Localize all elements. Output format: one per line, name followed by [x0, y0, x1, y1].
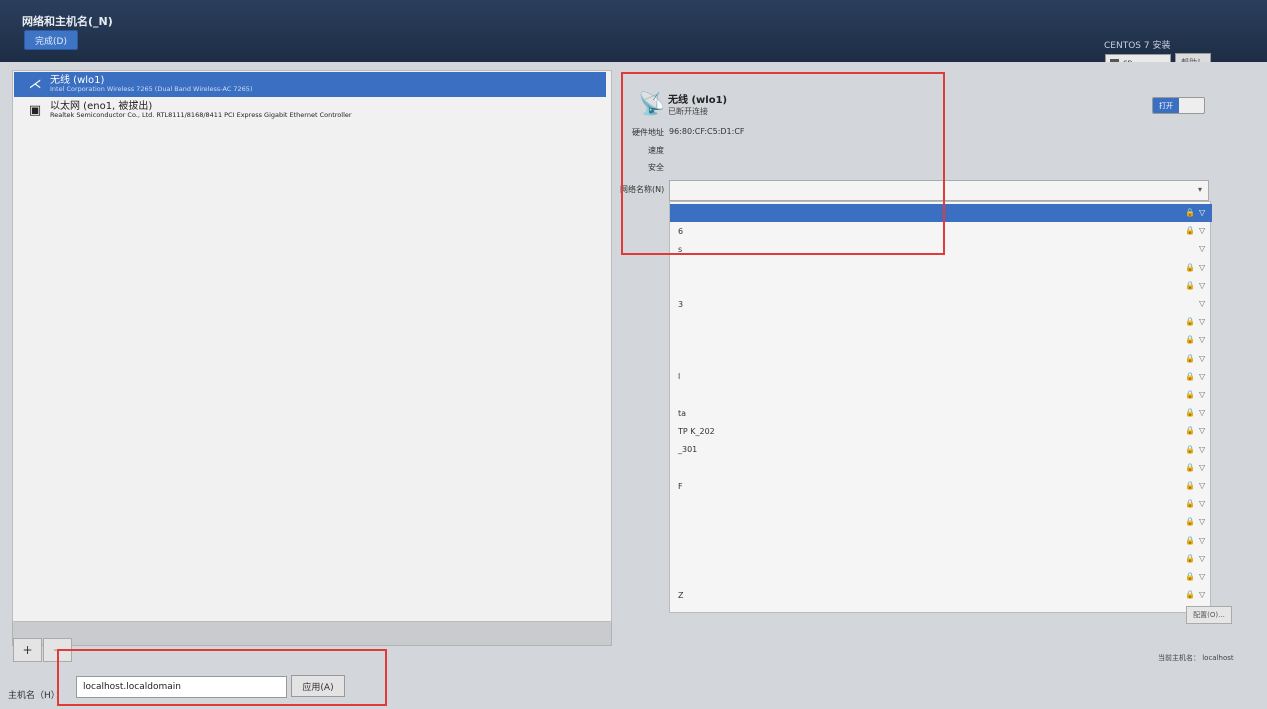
configure-button[interactable]: 配置(O)...	[1186, 606, 1232, 624]
wifi-signal-icon: ▽	[1199, 426, 1206, 436]
network-row[interactable]: 🔒 ▽	[670, 550, 1212, 568]
lock-icon: 🔒	[1185, 426, 1195, 436]
network-row[interactable]: TP K_202 🔒 ▽	[670, 422, 1212, 440]
wifi-signal-icon: ▽	[1199, 335, 1206, 345]
lock-icon: 🔒	[1185, 517, 1195, 527]
device-list	[12, 70, 612, 622]
network-row[interactable]: 🔒 ▽	[670, 350, 1212, 368]
network-row[interactable]: F 🔒 ▽	[670, 477, 1212, 495]
lock-icon: 🔒	[1185, 226, 1195, 236]
network-ssid: _301	[678, 445, 698, 455]
network-row[interactable]: 🔒 ▽	[670, 495, 1212, 513]
installer-header	[0, 0, 1267, 62]
wifi-signal-icon: ▽	[1199, 590, 1206, 600]
wifi-signal-icon: ▽	[1199, 262, 1206, 272]
wifi-signal-icon: ▽	[1199, 444, 1206, 454]
network-row[interactable]: 🔒 ▽	[670, 259, 1212, 277]
annotation-box	[57, 649, 387, 706]
network-row[interactable]: 🔒 ▽	[670, 331, 1212, 349]
lock-icon: 🔒	[1185, 481, 1195, 490]
wifi-signal-icon: ▽	[1199, 535, 1206, 545]
network-ssid: ta	[678, 408, 687, 418]
network-row[interactable]: 🔒 ▽	[670, 513, 1212, 531]
lock-icon: 🔒	[1185, 572, 1195, 581]
lock-icon: 🔒	[1185, 335, 1195, 345]
device-list-toolbar	[12, 622, 612, 646]
lock-icon: 🔒	[1185, 208, 1195, 217]
os-title: CENTOS 7 安装	[1104, 41, 1171, 51]
network-row[interactable]: l 🔒 ▽	[670, 368, 1212, 386]
wifi-signal-icon: ▽	[1199, 280, 1206, 290]
current-hostname-label: 当前主机名：	[1158, 654, 1200, 662]
lock-icon: 🔒	[1185, 535, 1195, 545]
network-row[interactable]: 🔒 ▽	[670, 313, 1212, 331]
lock-icon: 🔒	[1185, 444, 1195, 454]
wifi-signal-icon: ▽	[1199, 226, 1206, 236]
lock-icon: 🔒	[1185, 553, 1195, 563]
lock-icon: 🔒	[1185, 462, 1195, 472]
lock-icon: 🔒	[1185, 408, 1195, 418]
network-ssid: TP K_202	[678, 426, 715, 436]
lock-icon: 🔒	[1185, 590, 1195, 600]
network-ssid: l	[678, 372, 681, 382]
lock-icon: 🔒	[1185, 390, 1195, 399]
device-description: Intel Corporation Wireless 7265 (Dual Ba…	[50, 85, 253, 94]
wifi-signal-icon: ▽	[1199, 481, 1206, 490]
device-item-ethernet[interactable]: ▣ 以太网 (eno1, 被拔出) Realtek Semiconductor …	[14, 98, 606, 123]
hostname-label: 主机名（H）：	[8, 691, 65, 701]
network-row[interactable]: 🔒 ▽	[670, 532, 1212, 550]
network-row[interactable]: 🔒 ▽	[670, 459, 1212, 477]
current-hostname: 当前主机名： localhost	[1158, 653, 1234, 663]
ethernet-port-icon: ▣	[28, 103, 42, 118]
chevron-down-icon: ▾	[1197, 185, 1202, 194]
network-row[interactable]: 🔒 ▽	[670, 277, 1212, 295]
lock-icon: 🔒	[1185, 371, 1195, 381]
wifi-signal-icon: ▽	[1199, 244, 1206, 254]
wifi-signal-icon: ▽	[1199, 353, 1206, 363]
current-hostname-value: localhost	[1202, 654, 1234, 662]
lock-icon: 🔒	[1185, 499, 1195, 509]
network-ssid: Z	[678, 590, 684, 600]
add-device-button[interactable]: +	[13, 638, 42, 662]
network-row[interactable]: 3 ▽	[670, 295, 1212, 313]
network-list: 🔒 ▽ 6 🔒 ▽ s ▽ 🔒 ▽ 🔒 ▽ 3 ▽ 🔒 ▽ 🔒 ▽ 🔒 ▽ l 🔒 ▽ 🔒 ▽ ta 🔒 ▽ TP K_202 🔒 ▽ _3…	[669, 201, 1212, 613]
device-description: Realtek Semiconductor Co., Ltd. RTL8111/…	[50, 111, 352, 120]
page-title: 网络和主机名(_N)	[22, 15, 113, 28]
annotation-box	[621, 72, 945, 255]
network-row[interactable]: Z 🔒 ▽	[670, 586, 1212, 604]
wireless-toggle[interactable]: 打开	[1152, 97, 1205, 114]
device-item-wireless[interactable]: ⋌ 无线 (wlo1) Intel Corporation Wireless 7…	[14, 72, 606, 97]
lock-icon: 🔒	[1185, 262, 1195, 272]
wifi-signal-icon: ▽	[1199, 517, 1206, 527]
wifi-signal-icon: ▽	[1199, 462, 1206, 472]
wifi-signal-icon: ▽	[1199, 208, 1206, 217]
toggle-on-label: 打开	[1153, 98, 1179, 113]
wifi-signal-icon: ▽	[1199, 390, 1206, 399]
network-ssid: F	[678, 481, 683, 491]
network-row[interactable]: _301 🔒 ▽	[670, 441, 1212, 459]
wireless-antenna-icon: ⋌	[28, 77, 42, 92]
lock-icon: 🔒	[1185, 317, 1195, 327]
wifi-signal-icon: ▽	[1199, 371, 1206, 381]
lock-icon: 🔒	[1185, 353, 1195, 363]
wifi-signal-icon: ▽	[1199, 408, 1206, 418]
network-row[interactable]: ta 🔒 ▽	[670, 404, 1212, 422]
wifi-signal-icon: ▽	[1199, 572, 1206, 581]
network-row[interactable]: 🔒 ▽	[670, 386, 1212, 404]
lock-icon: 🔒	[1185, 280, 1195, 290]
wifi-signal-icon: ▽	[1199, 553, 1206, 563]
network-ssid: 3	[678, 299, 684, 309]
network-row[interactable]: 🔒 ▽	[670, 568, 1212, 586]
wifi-signal-icon: ▽	[1199, 499, 1206, 509]
wifi-signal-icon: ▽	[1199, 317, 1206, 327]
done-button[interactable]: 完成(D)	[24, 30, 78, 50]
wifi-signal-icon: ▽	[1199, 299, 1206, 308]
